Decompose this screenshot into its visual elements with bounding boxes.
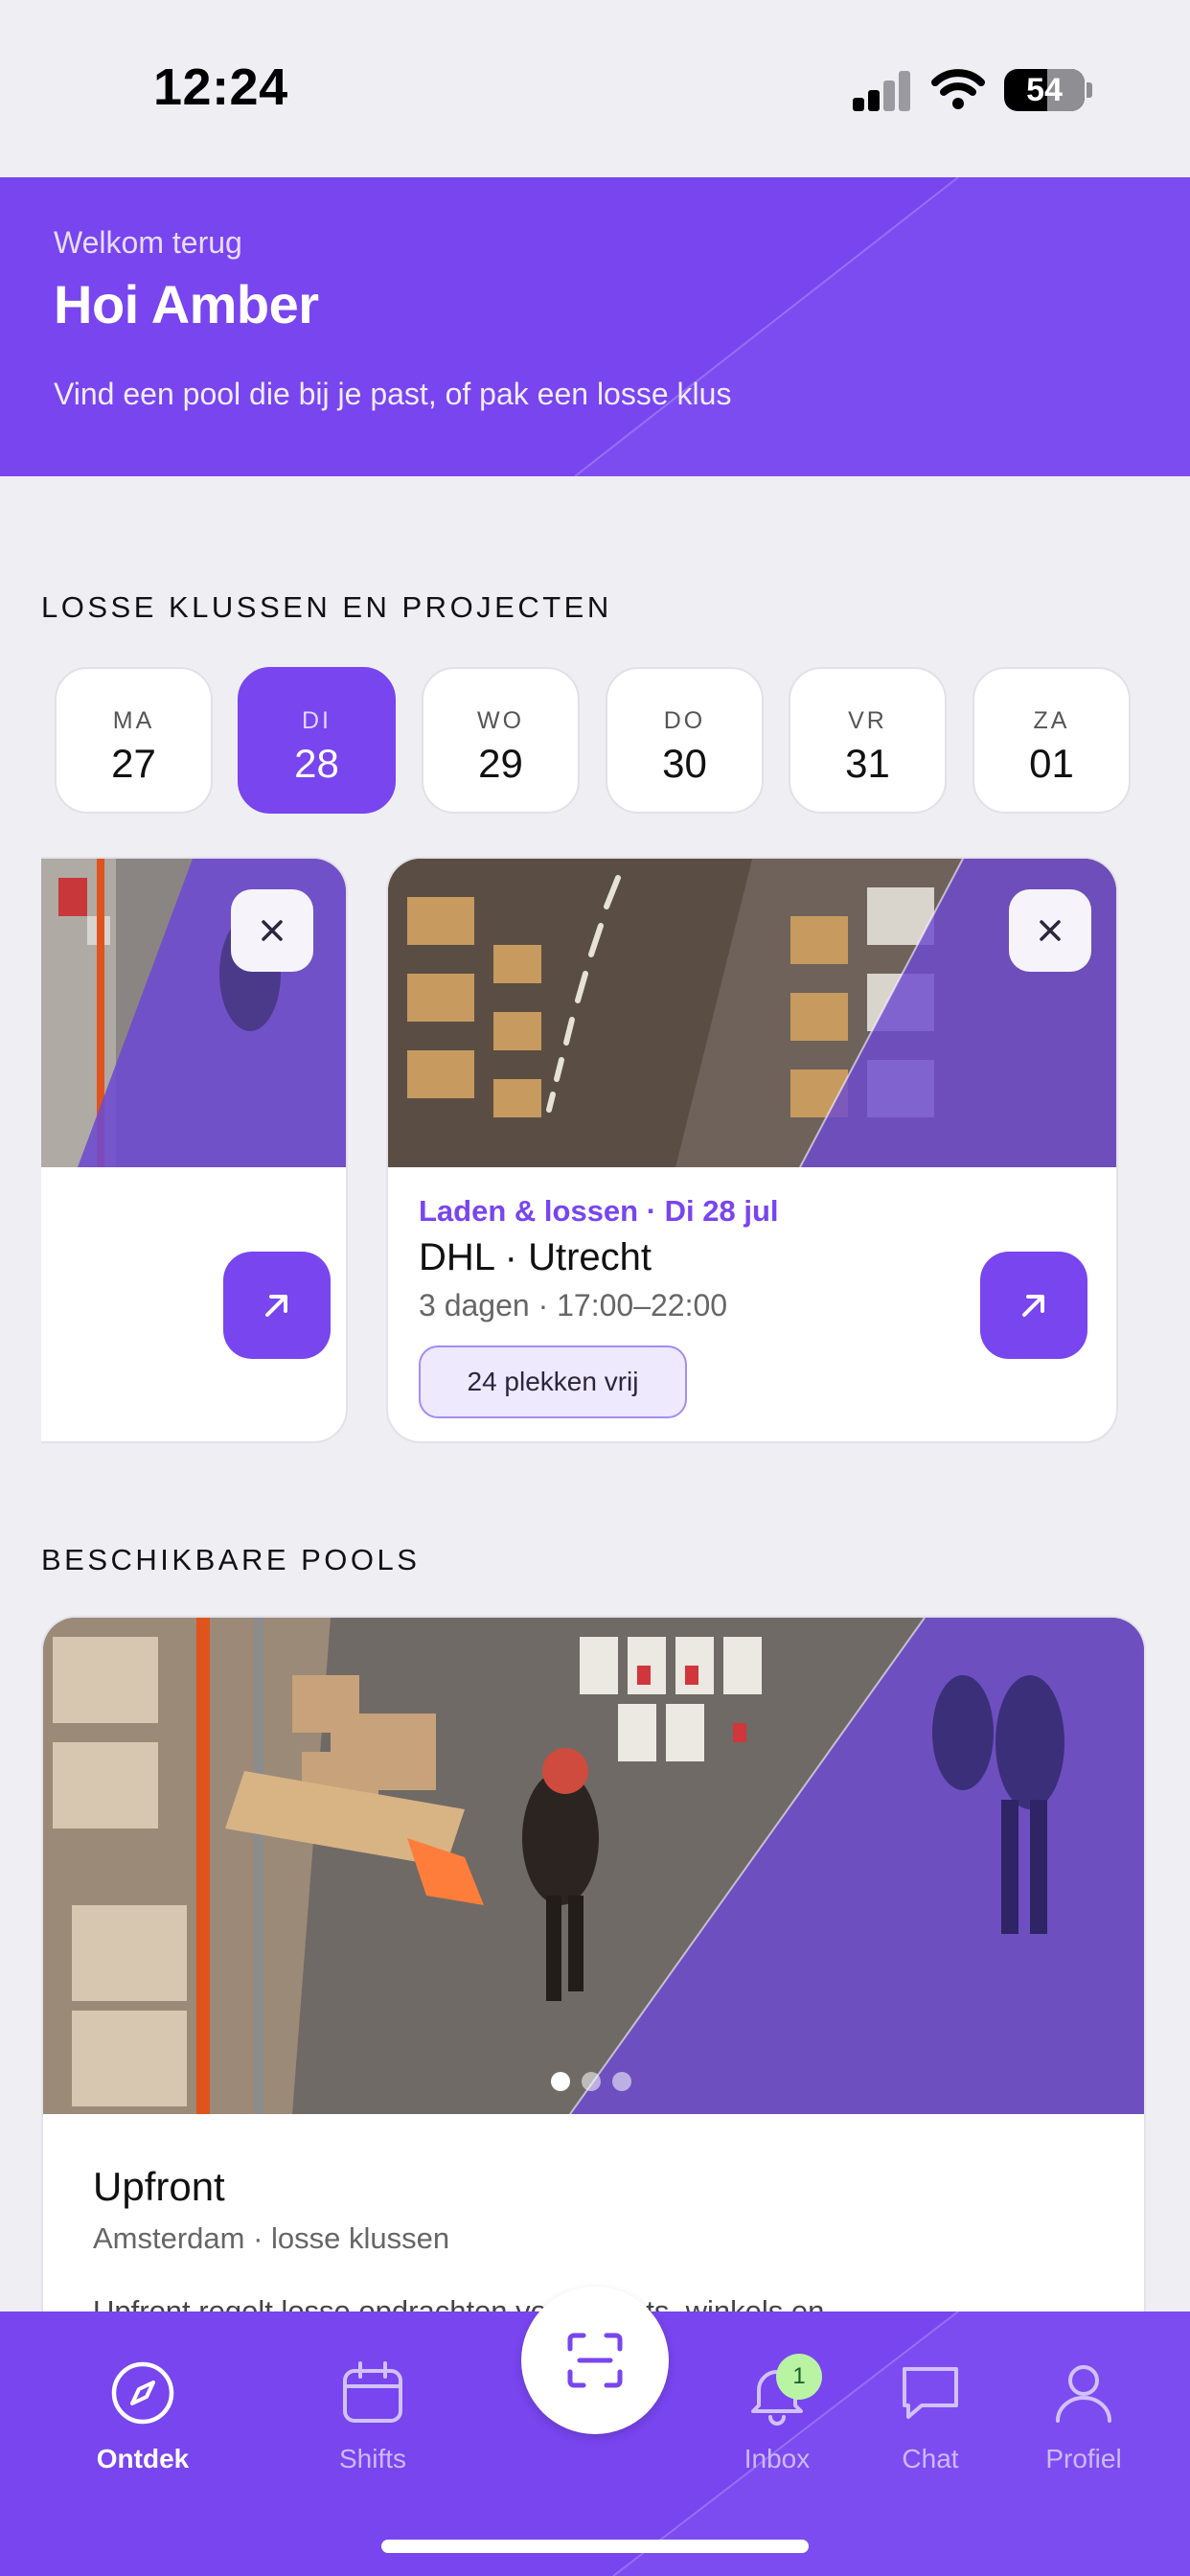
tab-shifts[interactable]: Shifts (291, 2359, 454, 2474)
pool-photo (43, 1618, 1144, 2114)
tab-profiel[interactable]: Profiel (1002, 2359, 1165, 2474)
job-schedule: 3 dagen · 17:00–22:00 (419, 1288, 728, 1322)
pools-section-heading: BESCHIKBARE POOLS (41, 1543, 421, 1576)
tab-ontdek[interactable]: Ontdek (61, 2359, 224, 2474)
welcome-subtitle: Vind een pool die bij je past, of pak ee… (54, 377, 732, 411)
day-pill-di[interactable]: DI 28 (238, 667, 396, 814)
welcome-banner: Welkom terug Hoi Amber Vind een pool die… (0, 177, 1190, 476)
open-job-button[interactable] (980, 1252, 1087, 1359)
jobs-carousel[interactable]: Laden & lossen · Di 28 jul DHL · Utrecht… (41, 853, 1190, 1451)
wifi-icon (931, 69, 985, 109)
close-icon (262, 920, 283, 941)
day-pill-vr[interactable]: VR 31 (789, 667, 947, 814)
job-category-date: Laden & lossen · Di 28 jul (419, 1194, 779, 1228)
status-bar: 12:24 54 (0, 0, 1190, 177)
person-icon (1056, 2365, 1111, 2423)
day-pill-ma[interactable]: MA 27 (55, 667, 213, 814)
day-pill-do[interactable]: DO 30 (606, 667, 764, 814)
day-pill-wo[interactable]: WO 29 (422, 667, 580, 814)
job-card[interactable] (41, 857, 348, 1443)
job-title: DHL · Utrecht (419, 1236, 652, 1278)
job-card-dhl[interactable]: Laden & lossen · Di 28 jul DHL · Utrecht… (386, 857, 1118, 1443)
open-job-button[interactable] (223, 1252, 331, 1359)
chat-bubble-icon (903, 2367, 958, 2419)
day-selector: MA 27 DI 28 WO 29 DO 30 VR 31 ZA 01 (55, 667, 1137, 814)
battery-icon: 54 (1004, 69, 1085, 111)
tab-chat[interactable]: Chat (849, 2359, 1012, 2474)
arrow-up-right-icon (265, 1295, 287, 1317)
tab-inbox[interactable]: 1 Inbox (696, 2354, 858, 2474)
calendar-icon (343, 2361, 402, 2423)
jobs-section-heading: LOSSE KLUSSEN EN PROJECTEN (41, 590, 612, 624)
inbox-unread-badge: 1 (776, 2354, 822, 2400)
cellular-signal-icon (853, 71, 912, 111)
carousel-dots[interactable] (551, 2072, 647, 2095)
status-time: 12:24 (153, 58, 288, 116)
scan-button[interactable] (521, 2287, 669, 2434)
day-pill-za[interactable]: ZA 01 (973, 667, 1131, 814)
pool-location: Amsterdam · losse klussen (93, 2221, 450, 2255)
greeting-title: Hoi Amber (54, 274, 319, 334)
dismiss-job-button[interactable] (1009, 889, 1091, 972)
arrow-up-right-icon (1022, 1295, 1044, 1317)
welcome-kicker: Welkom terug (54, 225, 242, 260)
scan-icon (567, 2333, 623, 2388)
battery-level: 54 (1026, 72, 1063, 108)
dismiss-job-button[interactable] (231, 889, 313, 972)
home-indicator[interactable] (381, 2540, 809, 2553)
spots-available-badge: 24 plekken vrij (419, 1346, 687, 1418)
pool-card-upfront[interactable]: Upfront Amsterdam · losse klussen Upfron… (41, 1616, 1146, 2382)
close-icon (1040, 920, 1061, 941)
job-photo (388, 859, 1116, 1167)
pool-name: Upfront (93, 2164, 225, 2209)
compass-icon (111, 2361, 174, 2425)
